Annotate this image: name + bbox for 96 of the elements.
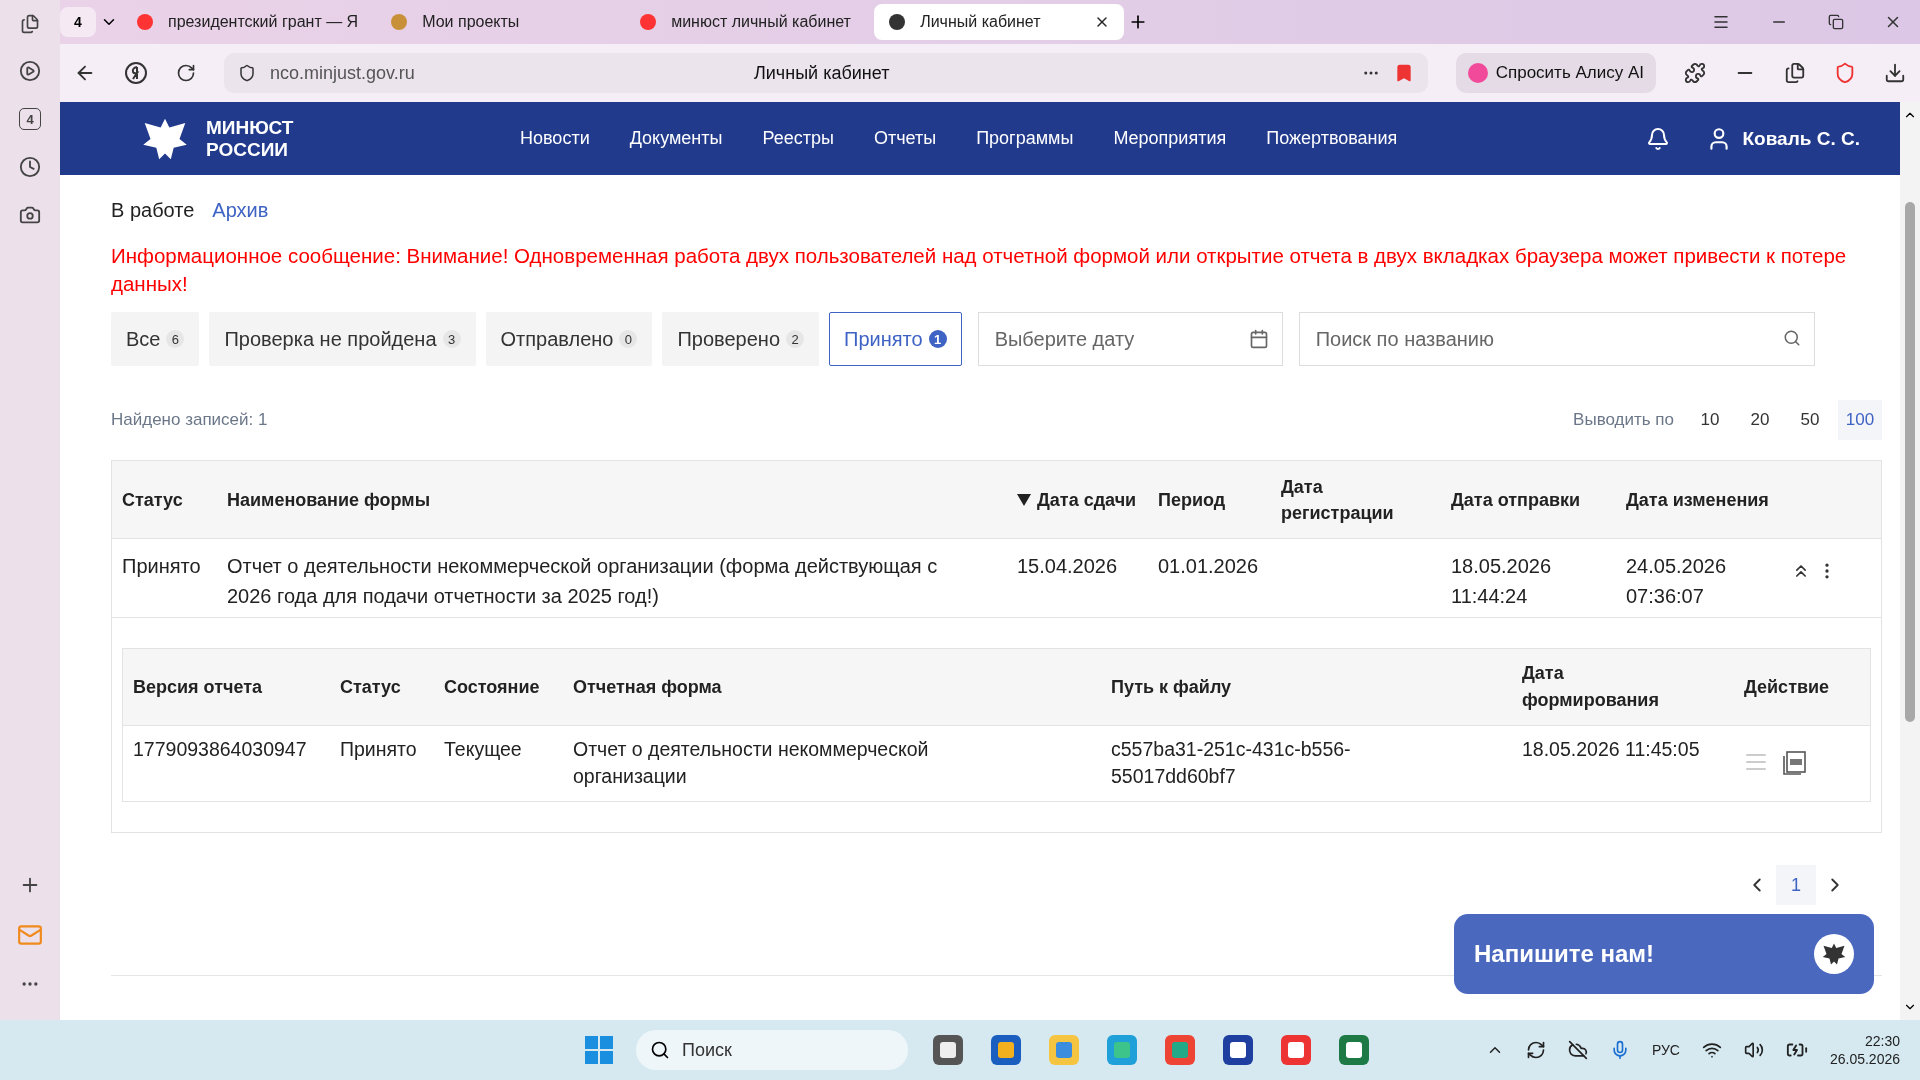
sync-icon[interactable] — [1525, 1040, 1546, 1060]
favicon-icon — [639, 13, 658, 31]
tab-count-badge[interactable]: 4 — [19, 108, 41, 130]
status-filter[interactable]: Отправлено 0 — [485, 312, 653, 366]
nav-link[interactable]: Пожертвования — [1266, 128, 1398, 149]
page-size-option[interactable]: 20 — [1738, 400, 1782, 440]
favicon-icon — [390, 13, 409, 31]
table-cell-text: Текущее — [444, 737, 523, 762]
column-header: Отчетная форма — [573, 675, 723, 699]
play-icon[interactable] — [19, 60, 41, 82]
page-size-option[interactable]: 10 — [1688, 400, 1732, 440]
table-cell-text: 1779093864030947 — [133, 737, 308, 762]
browser-tab[interactable]: Мои проекты — [376, 4, 622, 40]
address-bar[interactable]: nco.minjust.gov.ru Личный кабинет — [224, 53, 1428, 93]
column-header[interactable]: Статус — [122, 486, 183, 513]
sort-icon[interactable] — [1017, 493, 1031, 506]
alice-button[interactable]: Спросить Алису AI — [1455, 53, 1656, 93]
column-header: Статус — [340, 675, 402, 699]
column-header: Дата формирования — [1522, 662, 1660, 712]
column-header[interactable]: Дата изменения — [1626, 486, 1769, 513]
search-icon — [650, 1040, 670, 1060]
nav-link[interactable]: Реестры — [762, 128, 834, 149]
column-header[interactable]: Наименование формы — [227, 486, 430, 513]
nav-link[interactable]: Мероприятия — [1113, 128, 1227, 149]
table-cell-text: Принято — [122, 554, 202, 579]
browser-tab[interactable]: президентский грант — Я — [122, 4, 373, 40]
user-menu[interactable]: Коваль С. С. — [1706, 125, 1860, 152]
view-tab[interactable]: Архив — [212, 199, 269, 222]
column-header: Действие — [1744, 675, 1831, 699]
status-filter[interactable]: Проверка не пройдена 3 — [209, 312, 476, 366]
table-cell-text: 15.04.2026 — [1017, 554, 1119, 579]
start-icon[interactable] — [584, 1035, 614, 1065]
protect-icon[interactable] — [1834, 62, 1856, 84]
url-text: nco.minjust.gov.ru — [270, 62, 416, 84]
table-cell-text: c557ba31-251c-431c-b556-55017dd60bf7 — [1111, 737, 1352, 789]
browser-tab[interactable]: минюст личный кабинет — [625, 4, 871, 40]
clock[interactable]: 22:30 26.05.2026 — [1829, 1032, 1900, 1068]
status-filter[interactable]: Проверено 2 — [662, 312, 820, 366]
browser-tab[interactable]: Личный кабинет — [874, 4, 1125, 40]
status-filter[interactable]: Принято 1 — [829, 312, 962, 366]
alice-icon — [1467, 63, 1488, 83]
column-header[interactable]: Дата регистрации — [1281, 473, 1431, 526]
download-icon[interactable] — [1884, 62, 1906, 84]
taskbar-search[interactable]: Поиск — [636, 1030, 908, 1070]
table-cell-text: 01.01.2026 — [1158, 554, 1260, 579]
chat-button[interactable]: Напишите нам! — [1454, 914, 1874, 994]
user-name: Коваль С. С. — [1742, 127, 1860, 150]
volume-icon[interactable] — [1743, 1040, 1764, 1060]
restore-icon[interactable] — [1828, 14, 1844, 30]
status-filter[interactable]: Все 6 — [111, 312, 200, 366]
search-icon — [1782, 329, 1801, 347]
language-indicator[interactable]: РУС — [1651, 1042, 1680, 1058]
scrollbar-thumb[interactable] — [1905, 202, 1915, 722]
bell-icon[interactable] — [1646, 126, 1671, 151]
table-cell-text: 18.05.2026 11:44:24 — [1451, 554, 1553, 609]
page-size-option[interactable]: 50 — [1788, 400, 1832, 440]
camera-icon[interactable] — [19, 204, 41, 226]
search-field[interactable]: Поиск по названию — [1298, 312, 1815, 366]
shield-icon — [238, 64, 256, 82]
page-size-label: Выводить по — [1573, 410, 1674, 430]
wifi-icon[interactable] — [1701, 1040, 1722, 1060]
column-header[interactable]: Период — [1158, 486, 1226, 513]
records-count: Найдено записей: 1 — [111, 410, 268, 430]
page-size-option[interactable]: 100 — [1838, 400, 1882, 440]
favicon-icon — [136, 13, 154, 31]
browser-logo-icon[interactable] — [124, 61, 148, 85]
history-icon[interactable] — [19, 156, 41, 178]
nav-link[interactable]: Новости — [520, 128, 590, 149]
collections-icon[interactable] — [1784, 62, 1806, 84]
favicon-icon — [888, 13, 907, 31]
table-cell-text: 18.05.2026 11:45:05 — [1522, 737, 1701, 762]
reload-icon[interactable] — [176, 63, 196, 83]
menu-icon[interactable] — [1712, 13, 1730, 31]
tab-counter[interactable]: 4 — [60, 7, 96, 37]
tabs-icon[interactable] — [20, 14, 40, 34]
date-field[interactable]: Выберите дату — [977, 312, 1283, 366]
logo-text: МИНЮСТ РОССИИ — [206, 116, 295, 161]
column-header[interactable]: Дата отправки — [1451, 486, 1581, 513]
column-header: Состояние — [444, 675, 541, 699]
table-cell-text: 24.05.2026 07:36:07 — [1626, 554, 1728, 609]
nav-link[interactable]: Документы — [629, 128, 723, 149]
cloud-off-icon[interactable] — [1567, 1040, 1588, 1060]
column-header: Версия отчета — [133, 675, 263, 699]
column-header[interactable]: Дата сдачи — [1037, 486, 1137, 513]
table-cell-text: Отчет о деятельности некоммерческой организации (форма действующая с 2026 года для подачи отчетности за 2025 год!) — [227, 554, 939, 609]
view-tab[interactable]: В работе — [111, 199, 195, 222]
table-cell-text: Принято — [340, 737, 418, 762]
pdf-icon[interactable] — [1782, 750, 1808, 776]
page-title: Личный кабинет — [754, 62, 891, 84]
table-cell-text: Отчет о деятельности некоммерческой организации — [573, 737, 930, 789]
column-header: Путь к файлу — [1111, 675, 1233, 699]
calendar-icon — [1248, 329, 1269, 349]
warning-message: Информационное сообщение: Внимание! Одновременная работа двух пользователей над отчетной формой или открытие отчета в двух вкладках браузера может привести к потере данных! — [111, 243, 1848, 297]
nav-link[interactable]: Программы — [976, 128, 1074, 149]
page-button[interactable]: 1 — [1776, 865, 1816, 905]
nav-link[interactable]: Отчеты — [873, 128, 937, 149]
